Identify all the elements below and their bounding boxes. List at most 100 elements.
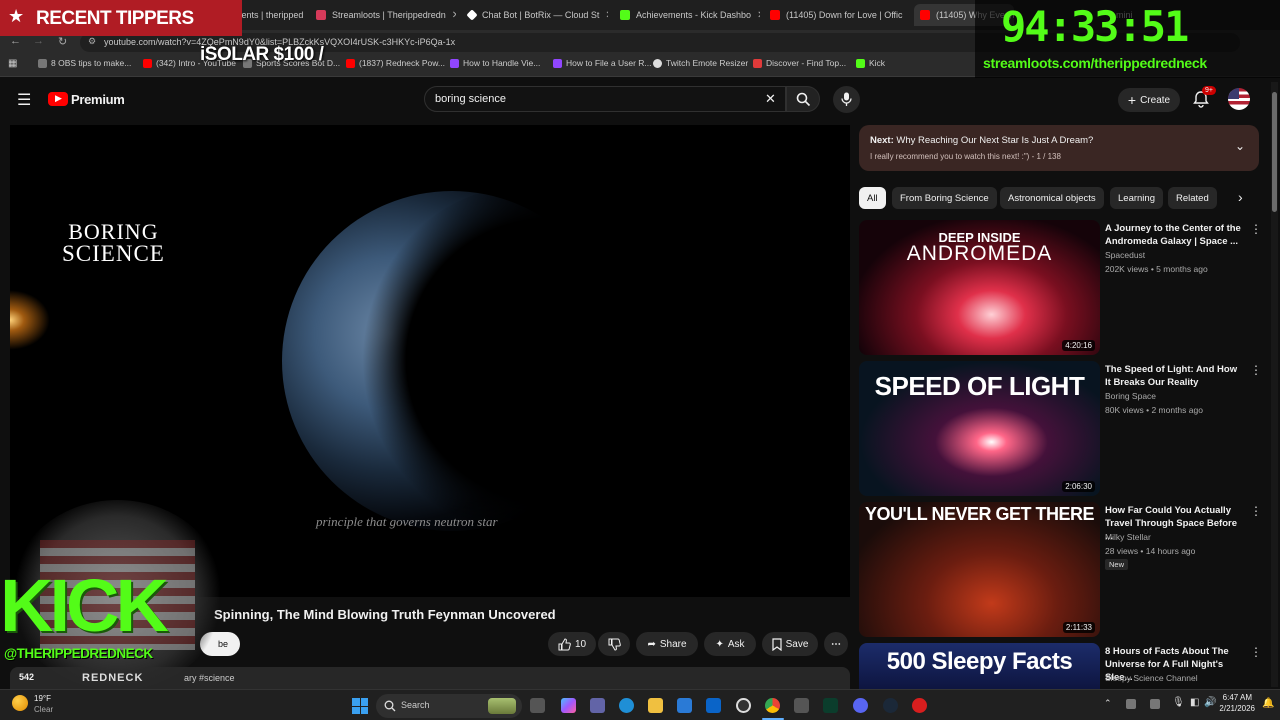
search-highlight-image [488,698,516,714]
reload-icon[interactable]: ↻ [58,35,67,48]
chip-learning[interactable]: Learning [1110,187,1163,209]
back-arrow-icon[interactable]: ← [10,35,21,47]
save-label: Save [785,638,809,650]
ask-button[interactable]: ✦ Ask [704,632,756,656]
kick-overlay: KICK @THERIPPEDREDNECK [0,566,222,662]
menu-hamburger-icon[interactable]: ☰ [17,90,31,110]
duration-badge: 2:11:33 [1062,622,1095,633]
close-tab-icon[interactable]: ✕ [757,10,760,21]
tray-app-icon[interactable] [1150,699,1160,709]
like-button[interactable]: 10 [548,632,596,656]
video-title[interactable]: The Speed of Light: And How It Breaks Ou… [1105,363,1245,389]
microphone-tray-icon[interactable]: 🎙 [1172,697,1185,708]
bookmark-label: (1837) Redneck Pow... [359,58,445,68]
playlist-next-panel[interactable]: Next: Why Reaching Our Next Star Is Just… [859,125,1259,171]
notifications-button[interactable]: 9+ [1192,86,1216,113]
avatar[interactable] [1228,88,1250,110]
video-thumbnail[interactable]: 500 Sleepy Facts [859,643,1100,689]
close-tab-icon[interactable]: ✕ [605,10,608,21]
dislike-button[interactable] [598,632,630,656]
file-explorer-icon[interactable] [648,698,663,713]
video-thumbnail[interactable]: YOU'LL NEVER GET THERE 2:11:33 [859,502,1100,637]
channel-name[interactable]: Spacedust [1105,250,1145,260]
chip-related[interactable]: Related [1168,187,1217,209]
discord-icon[interactable] [853,698,868,713]
more-vert-icon[interactable]: ⋮ [1250,645,1262,659]
clear-search-icon[interactable]: ✕ [765,91,776,107]
chip-astronomical-objects[interactable]: Astronomical objects [1000,187,1104,209]
channel-name[interactable]: Sleepy Science Channel [1105,673,1198,683]
bookmark-label: 8 OBS tips to make... [51,58,132,68]
notification-center-icon[interactable]: 🔔 [1262,698,1274,709]
thumbnail-text: 500 Sleepy Facts [886,648,1073,675]
bookmark-favicon-icon [143,58,152,68]
browser-tab[interactable]: Streamloots | Therippedredn ✕ [310,4,456,26]
create-button[interactable]: + Create [1118,88,1180,112]
more-vert-icon[interactable]: ⋮ [1250,222,1262,236]
network-icon[interactable]: ◧ [1190,697,1199,708]
video-thumbnail[interactable]: DEEP INSIDE ANDROMEDA 4:20:16 [859,220,1100,355]
streamloots-url: streamloots.com/therippedredneck [983,55,1207,71]
thumbs-down-icon [608,638,621,651]
site-info-icon[interactable]: ⚙ [88,36,96,47]
close-tab-icon[interactable]: ✕ [909,10,910,21]
video-meta: 28 views • 14 hours ago [1105,546,1196,556]
scrollbar-thumb[interactable] [1272,92,1277,212]
edge-icon[interactable] [619,698,634,713]
windows-start-icon[interactable] [352,698,368,714]
bookmark-item[interactable]: Twitch Emote Resizer [653,58,748,68]
record-icon[interactable] [912,698,927,713]
page-scrollbar[interactable] [1271,82,1278,687]
youtube-logo-icon[interactable]: ▶ [48,92,68,106]
bookmark-item[interactable]: Kick [856,58,885,68]
video-thumbnail[interactable]: SPEED OF LIGHT 2:06:30 [859,361,1100,496]
save-button[interactable]: Save [762,632,818,656]
teams-icon[interactable] [590,698,605,713]
search-button[interactable] [786,86,820,112]
copilot-icon[interactable] [561,698,576,713]
obs-icon[interactable] [736,698,751,713]
forward-arrow-icon[interactable]: → [33,35,44,47]
more-vert-icon[interactable]: ⋮ [1250,504,1262,518]
outlook-icon[interactable] [706,698,721,713]
app-icon[interactable] [794,698,809,713]
channel-name[interactable]: Milky Stellar [1105,532,1151,542]
browser-tab[interactable]: (11405) Down for Love | Offic ✕ [764,4,910,26]
chevron-down-icon[interactable]: ⌄ [1235,139,1245,153]
task-view-icon[interactable] [530,698,545,713]
video-title[interactable]: A Journey to the Center of the Andromeda… [1105,222,1245,248]
clock-date[interactable]: 2/21/2026 [1215,704,1255,713]
chrome-icon[interactable] [765,698,780,713]
steam-icon[interactable] [883,698,898,713]
browser-tab[interactable]: Achievements - Kick Dashbo ✕ [614,4,760,26]
bookmark-item[interactable]: Discover - Find Top... [753,58,846,68]
taskbar-search[interactable]: Search [376,694,522,718]
search-input[interactable]: boring science ✕ [424,86,786,112]
bookmark-item[interactable]: How to File a User R... [553,58,652,68]
more-vert-icon[interactable]: ⋮ [1250,363,1262,377]
store-icon[interactable] [677,698,692,713]
tray-app-icon[interactable] [1126,699,1136,709]
play-triangle-icon: ▶ [55,93,62,103]
terminal-icon[interactable] [823,698,838,713]
bookmark-item[interactable]: (1837) Redneck Pow... [346,58,445,68]
channel-name[interactable]: Boring Space [1105,391,1156,401]
apps-grid-icon[interactable]: ▦ [8,58,17,69]
tab-favicon-icon [770,10,780,20]
more-actions-button[interactable]: ⋯ [824,632,848,656]
chip-all[interactable]: All [859,187,886,209]
bookmark-item[interactable]: 8 OBS tips to make... [38,58,131,68]
chips-next-arrow-icon[interactable]: › [1238,189,1243,205]
share-button[interactable]: ➦ Share [636,632,698,656]
voice-search-button[interactable] [833,86,860,113]
next-title: Why Reaching Our Next Star Is Just A Dre… [896,135,1094,146]
browser-tab[interactable]: Chat Bot | BotRix — Cloud St ✕ [462,4,608,26]
tray-chevron-icon[interactable]: ⌃ [1104,698,1112,709]
tab-favicon-icon [620,10,630,20]
new-badge: New [1105,559,1129,570]
bookmark-item[interactable]: How to Handle Vie... [450,58,540,68]
clock-time[interactable]: 6:47 AM [1222,693,1252,702]
video-meta: 202K views • 5 months ago [1105,264,1208,274]
close-tab-icon[interactable]: ✕ [452,10,456,21]
chip-from-boring-science[interactable]: From Boring Science [892,187,997,209]
